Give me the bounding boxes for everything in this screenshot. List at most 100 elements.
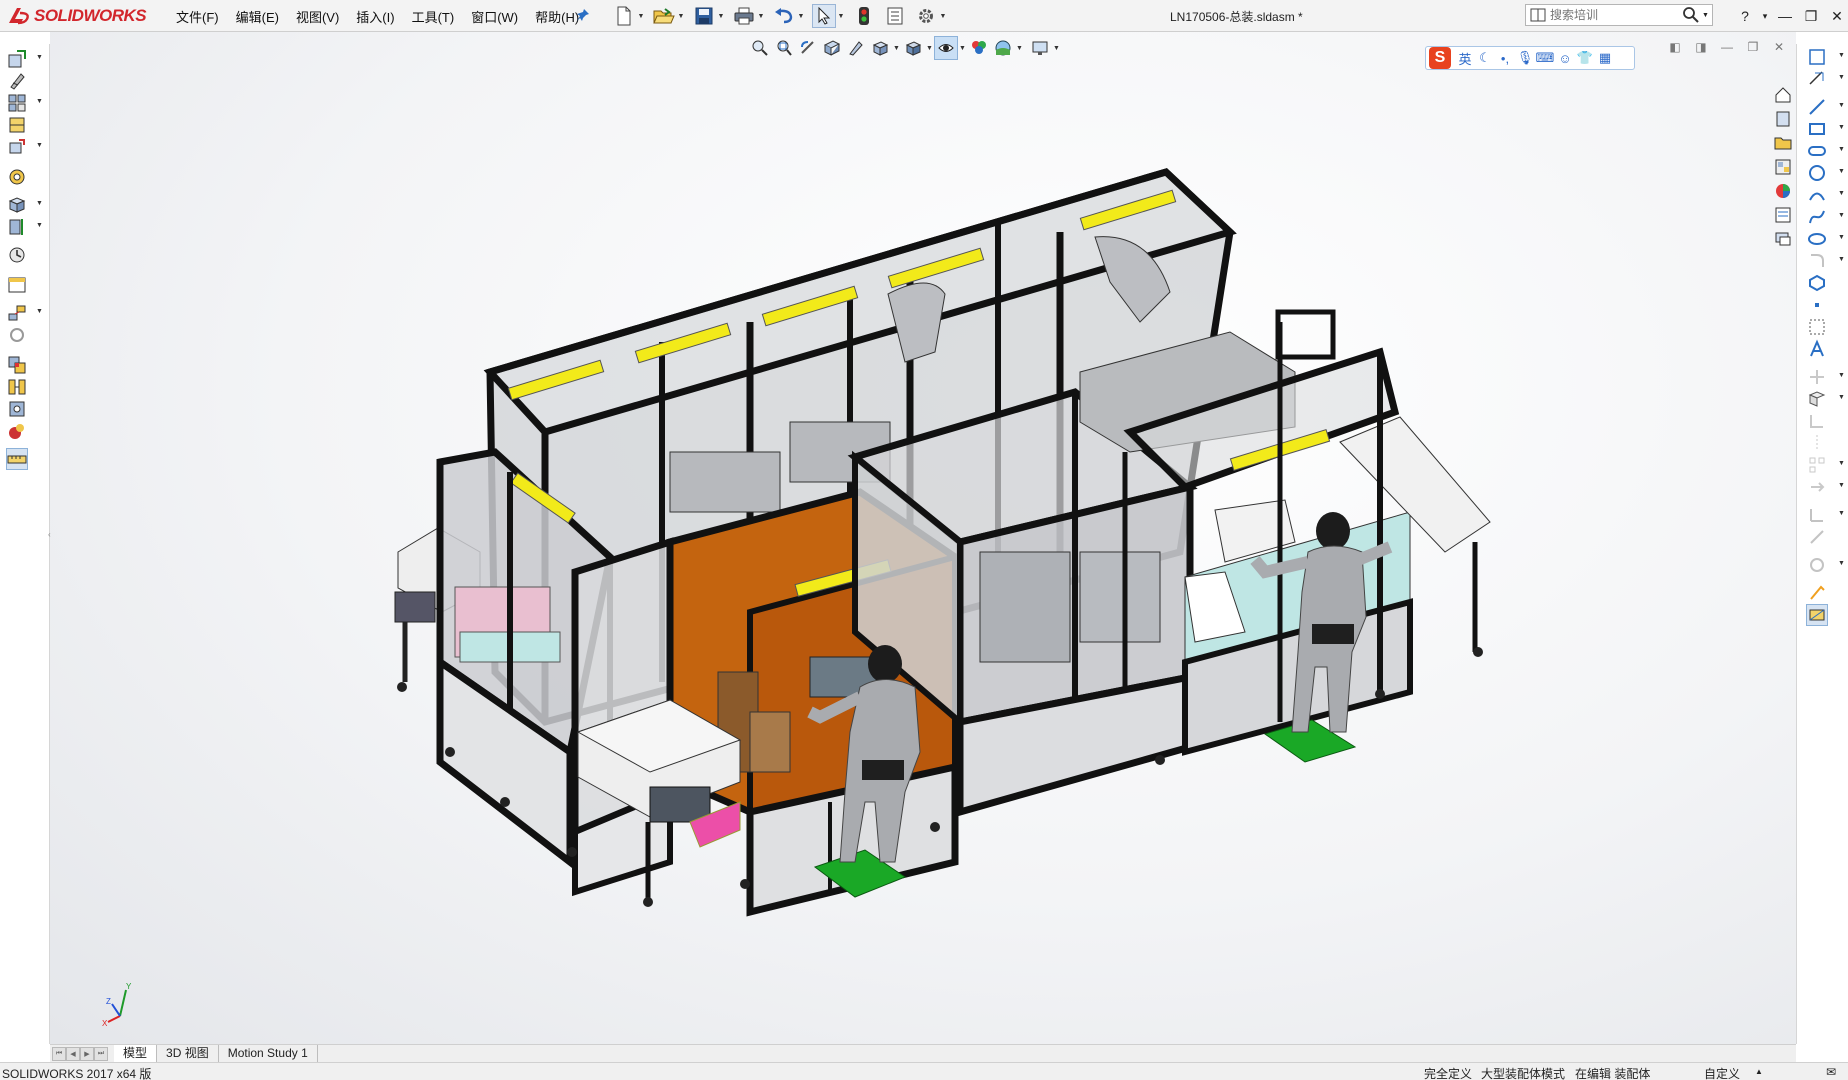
arc-dropdown[interactable]: ▼ — [1838, 190, 1845, 197]
instant2d-icon[interactable] — [1806, 604, 1828, 626]
ime-logo[interactable]: S — [1429, 47, 1451, 69]
tab-model[interactable]: 模型 — [114, 1045, 158, 1062]
tab-motion-study[interactable]: Motion Study 1 — [219, 1045, 318, 1062]
menu-window[interactable]: 窗口(W) — [471, 7, 518, 26]
search-icon[interactable] — [1682, 6, 1700, 24]
linear-sketch-pattern-icon[interactable] — [1806, 454, 1828, 476]
punctuation-icon[interactable]: •, — [1495, 48, 1515, 68]
mate-icon[interactable] — [6, 70, 28, 92]
rebuild-traffic-light-icon[interactable] — [852, 4, 876, 28]
panel-collapse-handle[interactable]: ‹ — [48, 530, 54, 550]
view-palette-icon[interactable] — [1772, 156, 1794, 178]
tab-prev-icon[interactable]: ◀ — [66, 1046, 80, 1061]
rectangle-icon[interactable] — [1806, 118, 1828, 140]
pattern-dropdown[interactable]: ▼ — [36, 98, 43, 105]
rapid-sketch-icon[interactable] — [1806, 582, 1828, 604]
undo-icon[interactable] — [772, 4, 796, 28]
doc-restore-icon[interactable]: ❐ — [1740, 40, 1766, 54]
search-dropdown-arrow[interactable]: ▼ — [1702, 12, 1709, 19]
quick-snaps-dropdown[interactable]: ▼ — [1838, 560, 1845, 567]
instant3d-icon[interactable] — [6, 420, 28, 442]
solidworks-logo[interactable]: SOLIDWORKS — [6, 4, 147, 28]
view-settings-icon[interactable] — [1028, 36, 1052, 60]
solidworks-resources-icon[interactable] — [1772, 84, 1794, 106]
tab-first-icon[interactable]: ⏮ — [52, 1046, 66, 1061]
undo-dropdown-arrow[interactable]: ▼ — [797, 4, 805, 28]
sketch-icon[interactable] — [1806, 46, 1828, 68]
custom-properties-icon[interactable] — [1772, 204, 1794, 226]
view-orientation-dropdown-arrow[interactable]: ▼ — [892, 45, 901, 52]
spline-icon[interactable] — [1806, 206, 1828, 228]
prev-window-icon[interactable]: ◧ — [1662, 40, 1688, 54]
display-style-dropdown-arrow[interactable]: ▼ — [925, 45, 934, 52]
save-icon[interactable] — [692, 4, 716, 28]
menu-help[interactable]: 帮助(H) — [535, 7, 579, 26]
line-icon[interactable] — [1806, 96, 1828, 118]
trim-entities-icon[interactable] — [1806, 366, 1828, 388]
section-view-icon[interactable] — [820, 36, 844, 60]
zoom-to-area-icon[interactable] — [772, 36, 796, 60]
help-dropdown-button[interactable]: ▾ — [1758, 11, 1772, 22]
pin-menu-icon[interactable] — [575, 7, 591, 23]
doc-minimize-icon[interactable]: — — [1714, 40, 1740, 54]
options-gear-icon[interactable] — [914, 4, 938, 28]
toolbox-grid-icon[interactable]: ▦ — [1595, 48, 1615, 68]
file-properties-icon[interactable] — [883, 4, 907, 28]
menu-view[interactable]: 视图(V) — [296, 7, 339, 26]
measure-icon[interactable] — [6, 448, 28, 470]
tab-last-icon[interactable]: ⏭ — [94, 1046, 108, 1061]
ellipse-dropdown[interactable]: ▼ — [1838, 234, 1845, 241]
dimension-dropdown[interactable]: ▼ — [1838, 74, 1845, 81]
bill-of-materials-icon[interactable] — [6, 274, 28, 296]
linear-pattern-icon[interactable] — [6, 92, 28, 114]
slot-icon[interactable] — [1806, 140, 1828, 162]
dynamic-annotation-icon[interactable] — [844, 36, 868, 60]
assembly-features-icon[interactable] — [6, 194, 28, 216]
exploded-view-dropdown[interactable]: ▼ — [36, 308, 43, 315]
tab-next-icon[interactable]: ▶ — [80, 1046, 94, 1061]
hide-show-items-icon[interactable] — [934, 36, 958, 60]
sketch-dropdown[interactable]: ▼ — [1838, 52, 1845, 59]
circle-icon[interactable] — [1806, 162, 1828, 184]
point-icon[interactable] — [1806, 294, 1828, 316]
convert-dropdown[interactable]: ▼ — [1838, 394, 1845, 401]
select-arrow-icon[interactable] — [812, 4, 836, 28]
assembly-features-dropdown[interactable]: ▼ — [36, 200, 43, 207]
moon-icon[interactable]: ☾ — [1475, 48, 1495, 68]
apply-scene-icon[interactable] — [991, 36, 1015, 60]
view-orientation-icon[interactable] — [868, 36, 892, 60]
move-component-dropdown[interactable]: ▼ — [36, 142, 43, 149]
status-comment-icon[interactable]: ✉ — [1826, 1065, 1836, 1079]
zoom-to-fit-icon[interactable] — [748, 36, 772, 60]
open-folder-icon[interactable] — [652, 4, 676, 28]
slot-dropdown[interactable]: ▼ — [1838, 146, 1845, 153]
show-hidden-components-icon[interactable] — [6, 166, 28, 188]
design-library-icon[interactable] — [1772, 108, 1794, 130]
menu-tools[interactable]: 工具(T) — [412, 7, 455, 26]
insert-components-icon[interactable] — [6, 48, 28, 70]
sketch-pattern-dropdown[interactable]: ▼ — [1838, 460, 1845, 467]
appearances-scenes-icon[interactable] — [1772, 180, 1794, 202]
open-dropdown-arrow[interactable]: ▼ — [677, 4, 685, 28]
fillet-dropdown[interactable]: ▼ — [1838, 256, 1845, 263]
search-input[interactable] — [1550, 8, 1680, 22]
explode-line-sketch-icon[interactable] — [6, 324, 28, 346]
move-component-icon[interactable] — [6, 136, 28, 158]
print-icon[interactable] — [732, 4, 756, 28]
status-units[interactable]: 自定义 — [1704, 1065, 1740, 1080]
spline-dropdown[interactable]: ▼ — [1838, 212, 1845, 219]
offset-entities-icon[interactable] — [1806, 410, 1828, 432]
skin-shirt-icon[interactable]: 👕 — [1575, 48, 1595, 68]
fillet-icon[interactable] — [1806, 250, 1828, 272]
arc-icon[interactable] — [1806, 184, 1828, 206]
restore-button[interactable]: ❐ — [1798, 8, 1824, 25]
new-dropdown-arrow[interactable]: ▼ — [637, 4, 645, 28]
hide-show-dropdown-arrow[interactable]: ▼ — [958, 45, 967, 52]
text-icon[interactable] — [1806, 338, 1828, 360]
line-dropdown[interactable]: ▼ — [1838, 102, 1845, 109]
mirror-entities-icon[interactable] — [1806, 432, 1828, 454]
tab-3d-views[interactable]: 3D 视图 — [157, 1045, 219, 1062]
trim-dropdown[interactable]: ▼ — [1838, 372, 1845, 379]
minimize-button[interactable]: — — [1772, 8, 1798, 24]
print-dropdown-arrow[interactable]: ▼ — [757, 4, 765, 28]
